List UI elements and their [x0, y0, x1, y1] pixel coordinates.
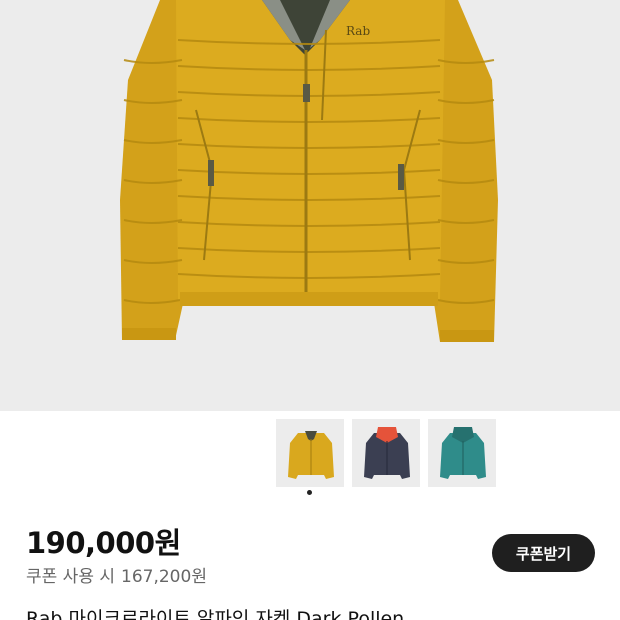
brand-logo: Rab	[346, 24, 371, 38]
yellow-jacket-thumb-icon	[288, 431, 334, 479]
get-coupon-button[interactable]: 쿠폰받기	[492, 534, 595, 572]
teal-jacket-thumb-icon	[440, 427, 486, 479]
product-price: 190,000원	[26, 526, 181, 560]
pagination-dot-active	[307, 490, 312, 495]
coupon-price-line: 쿠폰 사용 시 167,200원	[26, 562, 207, 587]
coupon-label: 쿠폰 사용 시	[26, 567, 116, 587]
product-hero-image[interactable]: Rab	[0, 0, 620, 411]
jacket-illustration	[120, 0, 498, 342]
teal-jacket-thumb[interactable]	[427, 418, 497, 488]
navy-jacket-thumb[interactable]	[351, 418, 421, 488]
product-title: Rab 마이크로라이트 알파인 자켓 Dark Pollen	[26, 608, 405, 620]
image-pagination	[307, 490, 312, 495]
yellow-jacket-thumb[interactable]	[275, 418, 345, 488]
coupon-price: 167,200원	[121, 567, 207, 587]
thumbnail-strip	[275, 418, 497, 488]
navy-jacket-thumb-icon	[364, 427, 410, 479]
